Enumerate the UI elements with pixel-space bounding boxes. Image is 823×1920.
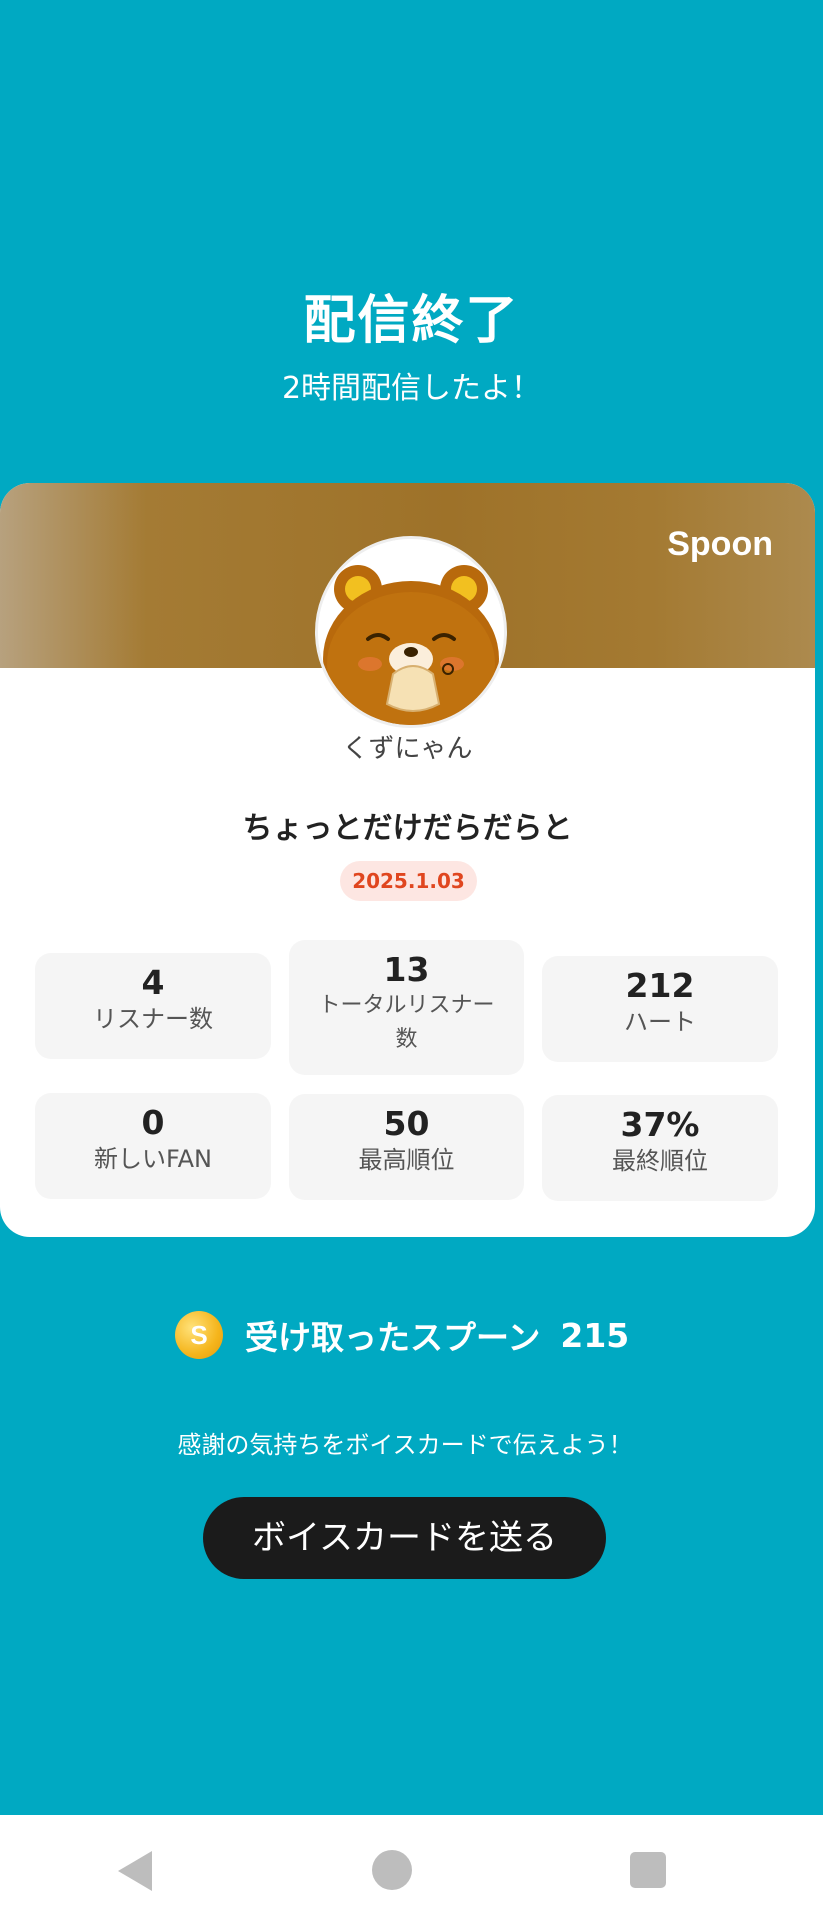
stat-label: リスナー数	[93, 1005, 213, 1033]
username: くずにゃん	[342, 734, 473, 764]
stat-label: 最終順位	[612, 1147, 708, 1175]
spoons-label: 受け取ったスプーン	[245, 1318, 541, 1357]
avatar[interactable]	[315, 536, 507, 728]
stat-listeners: 4 リスナー数	[35, 953, 271, 1059]
bear-avatar-icon	[318, 539, 504, 725]
stat-value: 0	[141, 1103, 165, 1142]
spoon-coin-icon: S	[175, 1311, 223, 1359]
system-navigation-bar	[0, 1815, 823, 1920]
stat-highest-rank: 50 最高順位	[289, 1094, 524, 1200]
recent-square-icon[interactable]	[630, 1852, 666, 1888]
stat-final-rank: 37% 最終順位	[542, 1095, 778, 1201]
stat-value: 4	[141, 963, 165, 1002]
stat-value: 37%	[620, 1105, 700, 1144]
stat-value: 212	[625, 966, 695, 1005]
stat-value: 50	[383, 1104, 430, 1143]
received-spoons: S 受け取ったスプーン 215	[175, 1310, 629, 1360]
page-subtitle: 2時間配信したよ！	[281, 371, 542, 406]
stat-label: トータルリスナー数	[318, 993, 495, 1052]
stat-hearts: 212 ハート	[542, 956, 778, 1062]
date-badge: 2025.1.03	[340, 861, 477, 901]
stat-value: 13	[383, 950, 430, 989]
stat-total-listeners: 13 トータルリスナー数	[289, 940, 524, 1075]
stat-label: 新しいFAN	[94, 1145, 212, 1173]
home-circle-icon[interactable]	[372, 1850, 412, 1890]
page-title: 配信終了	[303, 291, 520, 351]
spoon-logo: Spoon	[667, 525, 773, 563]
stat-label: 最高順位	[358, 1146, 455, 1174]
stat-label: ハート	[624, 1008, 696, 1036]
send-voice-card-button[interactable]: ボイスカードを送る	[203, 1497, 606, 1579]
live-title: ちょっとだけだらだらと	[242, 811, 573, 846]
stat-new-fans: 0 新しいFAN	[35, 1093, 271, 1199]
back-triangle-icon[interactable]	[118, 1851, 152, 1891]
thanks-message: 感謝の気持ちをボイスカードで伝えよう！	[177, 1431, 633, 1459]
spoons-count: 215	[560, 1315, 630, 1355]
live-summary-card: Spoon くずにゃん ちょっとだけだらだらと 2025.1.03 4 リスナー…	[0, 483, 815, 1237]
